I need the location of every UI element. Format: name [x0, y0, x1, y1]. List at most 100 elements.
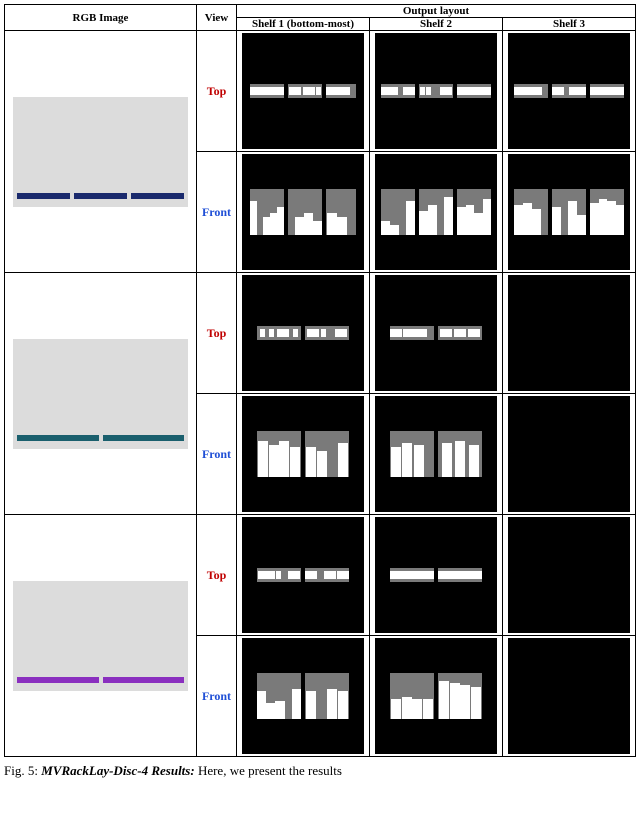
box-item	[277, 329, 289, 337]
box-item	[440, 87, 452, 95]
box-item	[337, 217, 347, 235]
box-item	[402, 443, 412, 477]
output-cell	[370, 273, 503, 394]
box-item	[295, 217, 304, 235]
shelf-bay	[438, 326, 482, 340]
col-rgb: RGB Image	[5, 5, 197, 31]
box-item	[412, 571, 423, 579]
box-item	[552, 87, 564, 95]
box-item	[468, 329, 480, 337]
box-item	[306, 447, 316, 477]
box-item	[390, 225, 399, 235]
shelf-bay	[590, 189, 624, 235]
box-item	[514, 87, 526, 95]
layout-tile	[242, 33, 364, 149]
box-item	[415, 329, 427, 337]
box-item	[454, 329, 466, 337]
box-item	[552, 207, 561, 235]
shelf-bay	[457, 189, 491, 235]
shelf-bay	[590, 84, 624, 98]
box-item	[327, 689, 337, 719]
box-item	[439, 681, 449, 719]
box-item	[324, 571, 336, 579]
box-item	[599, 199, 608, 235]
output-cell	[370, 152, 503, 273]
layout-tile	[242, 396, 364, 512]
box-item	[420, 87, 425, 95]
box-item	[393, 87, 398, 95]
box-item	[270, 213, 277, 235]
shelf-bay	[457, 84, 491, 98]
shelf-bay	[390, 568, 434, 582]
shelf-bay	[381, 189, 415, 235]
box-item	[338, 87, 350, 95]
output-cell	[370, 515, 503, 636]
shelf-bay	[381, 84, 415, 98]
box-item	[303, 87, 315, 95]
shelf-bay	[305, 673, 349, 719]
box-item	[449, 571, 460, 579]
box-item	[526, 87, 538, 95]
shelf-bay	[288, 84, 322, 98]
output-cell	[370, 636, 503, 757]
box-item	[305, 571, 317, 579]
output-cell	[237, 515, 370, 636]
box-item	[581, 87, 586, 95]
box-item	[568, 201, 577, 235]
shelf-bay	[257, 431, 301, 477]
rgb-image-cell	[5, 515, 197, 757]
box-item	[257, 691, 266, 719]
box-item	[403, 87, 415, 95]
output-cell	[503, 636, 636, 757]
col-shelf2: Shelf 2	[370, 18, 503, 31]
box-item	[269, 329, 274, 337]
box-item	[577, 215, 586, 235]
shelf-bay	[390, 326, 434, 340]
box-item	[269, 445, 279, 477]
box-item	[414, 445, 424, 477]
box-item	[450, 683, 460, 719]
shelf-bay	[250, 189, 284, 235]
box-item	[481, 87, 491, 95]
output-cell	[237, 152, 370, 273]
shelf-bay	[305, 431, 349, 477]
box-item	[272, 87, 284, 95]
box-item	[338, 691, 348, 719]
results-table: RGB Image View Output layout Shelf 1 (bo…	[4, 4, 636, 757]
layout-tile	[242, 517, 364, 633]
shelf-bay	[438, 568, 482, 582]
layout-tile	[375, 517, 497, 633]
layout-tile	[375, 275, 497, 391]
shelf-bay	[419, 189, 453, 235]
box-item	[537, 87, 542, 95]
shelf-bay	[305, 326, 349, 340]
view-label-top: Top	[197, 515, 237, 636]
box-item	[402, 697, 412, 719]
box-item	[391, 699, 401, 719]
layout-tile	[375, 154, 497, 270]
output-cell	[237, 31, 370, 152]
box-item	[288, 571, 300, 579]
box-item	[440, 329, 452, 337]
col-shelf1: Shelf 1 (bottom-most)	[237, 18, 370, 31]
shelf-bay	[257, 568, 301, 582]
box-item	[276, 571, 281, 579]
shelf-bay	[250, 84, 284, 98]
output-cell	[503, 31, 636, 152]
box-item	[390, 329, 402, 337]
box-item	[483, 199, 492, 235]
layout-tile	[242, 154, 364, 270]
rgb-image-cell	[5, 273, 197, 515]
layout-tile	[375, 33, 497, 149]
box-item	[460, 685, 470, 719]
box-item	[455, 441, 465, 477]
box-item	[607, 201, 616, 235]
layout-tile	[508, 33, 630, 149]
layout-tile	[242, 638, 364, 754]
layout-tile	[375, 396, 497, 512]
figure-caption: Fig. 5: MVRackLay-Disc-4 Results: Here, …	[4, 763, 640, 780]
col-shelf3: Shelf 3	[503, 18, 636, 31]
box-item	[569, 87, 581, 95]
box-item	[438, 571, 449, 579]
layout-tile	[508, 154, 630, 270]
